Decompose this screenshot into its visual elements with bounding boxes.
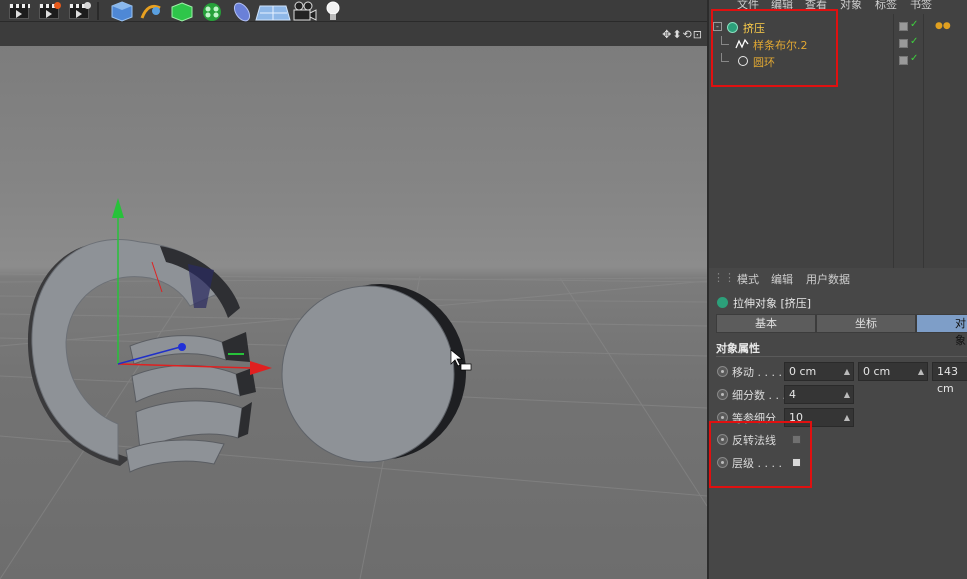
spinner-icon[interactable]: ▲	[918, 363, 924, 380]
deformer-icon[interactable]	[231, 0, 252, 22]
material-tag-icon[interactable]: ●●	[935, 21, 951, 31]
menu-tags[interactable]: 标签	[875, 0, 897, 12]
floor-icon[interactable]	[255, 5, 291, 21]
pen-spline-icon[interactable]	[140, 4, 161, 19]
menu-user-data[interactable]: 用户数据	[806, 271, 850, 287]
extruded-logo-object[interactable]	[27, 239, 256, 473]
cube-icon[interactable]	[111, 1, 133, 22]
render-view-icon[interactable]	[6, 1, 32, 21]
object-flags[interactable]: ✓	[899, 53, 921, 68]
field-value: 4	[789, 388, 796, 401]
menu-edit[interactable]: 编辑	[771, 271, 793, 287]
render-settings-icon[interactable]	[66, 1, 92, 21]
highlight-object-list	[711, 9, 838, 87]
object-tools-icons	[111, 0, 340, 22]
tab-coordinates[interactable]: 坐标	[816, 314, 916, 333]
array-icon[interactable]	[203, 3, 221, 21]
cinema4d-window: ✥⬍⟲⊡ 文件 编辑 查看 对象 标签 书签 - 挤压 ✓ ●● 样条布尔.2 …	[0, 0, 967, 579]
prop-label: 移动 . . . .	[732, 366, 782, 379]
menu-bookmarks[interactable]: 书签	[910, 0, 932, 12]
move-y-field[interactable]: 0 cm ▲	[858, 362, 928, 381]
render-picture-viewer-icon[interactable]	[36, 1, 62, 21]
viewport-scene[interactable]	[0, 46, 707, 579]
tab-object[interactable]: 对象	[916, 314, 967, 347]
menu-mode[interactable]: 模式	[737, 271, 759, 287]
animate-radio[interactable]	[717, 366, 728, 377]
spinner-icon[interactable]: ▲	[844, 409, 850, 426]
toolbar-separator	[97, 2, 99, 20]
tab-basic[interactable]: 基本	[716, 314, 816, 333]
extrude-icon	[717, 297, 728, 308]
viewport-navigation-icons[interactable]: ✥⬍⟲⊡	[662, 28, 703, 41]
object-flags[interactable]: ✓	[899, 19, 921, 34]
camera-icon[interactable]	[293, 1, 317, 21]
grip-icon: ⋮⋮	[713, 271, 735, 284]
perspective-viewport[interactable]: ✥⬍⟲⊡	[0, 22, 707, 579]
subdivision-icon[interactable]	[171, 2, 193, 22]
field-value: 0 cm	[789, 365, 817, 378]
animate-radio[interactable]	[717, 389, 728, 400]
light-icon[interactable]	[326, 1, 340, 20]
move-x-field[interactable]: 0 cm ▲	[784, 362, 854, 381]
prop-move: 移动 . . . . 0 cm ▲ 0 cm ▲ 143 cm	[717, 362, 967, 395]
attribute-title: 拉伸对象 [挤压]	[717, 295, 811, 311]
extruded-circle-object[interactable]	[281, 284, 466, 463]
highlight-checkbox-props	[709, 421, 812, 488]
prop-subdivision: 细分数 . . . 4 ▲	[717, 385, 967, 405]
attribute-manager-menu: ⋮⋮ 模式 编辑 用户数据	[713, 271, 967, 287]
field-value: 0 cm	[863, 365, 891, 378]
menu-objects[interactable]: 对象	[840, 0, 862, 12]
spinner-icon[interactable]: ▲	[844, 386, 850, 403]
subdivision-field[interactable]: 4 ▲	[784, 385, 854, 404]
section-divider	[716, 356, 967, 357]
prop-label: 细分数 . . .	[732, 389, 786, 402]
attribute-title-text: 拉伸对象 [挤压]	[733, 297, 812, 310]
move-z-field[interactable]: 143 cm	[932, 362, 967, 395]
section-title: 对象属性	[716, 342, 760, 355]
main-toolbar	[0, 0, 707, 22]
viewport-header: ✥⬍⟲⊡	[0, 22, 707, 46]
attribute-tabs: 基本 坐标 对象	[716, 314, 967, 347]
spinner-icon[interactable]: ▲	[844, 363, 850, 380]
object-flags[interactable]: ✓	[899, 36, 921, 51]
